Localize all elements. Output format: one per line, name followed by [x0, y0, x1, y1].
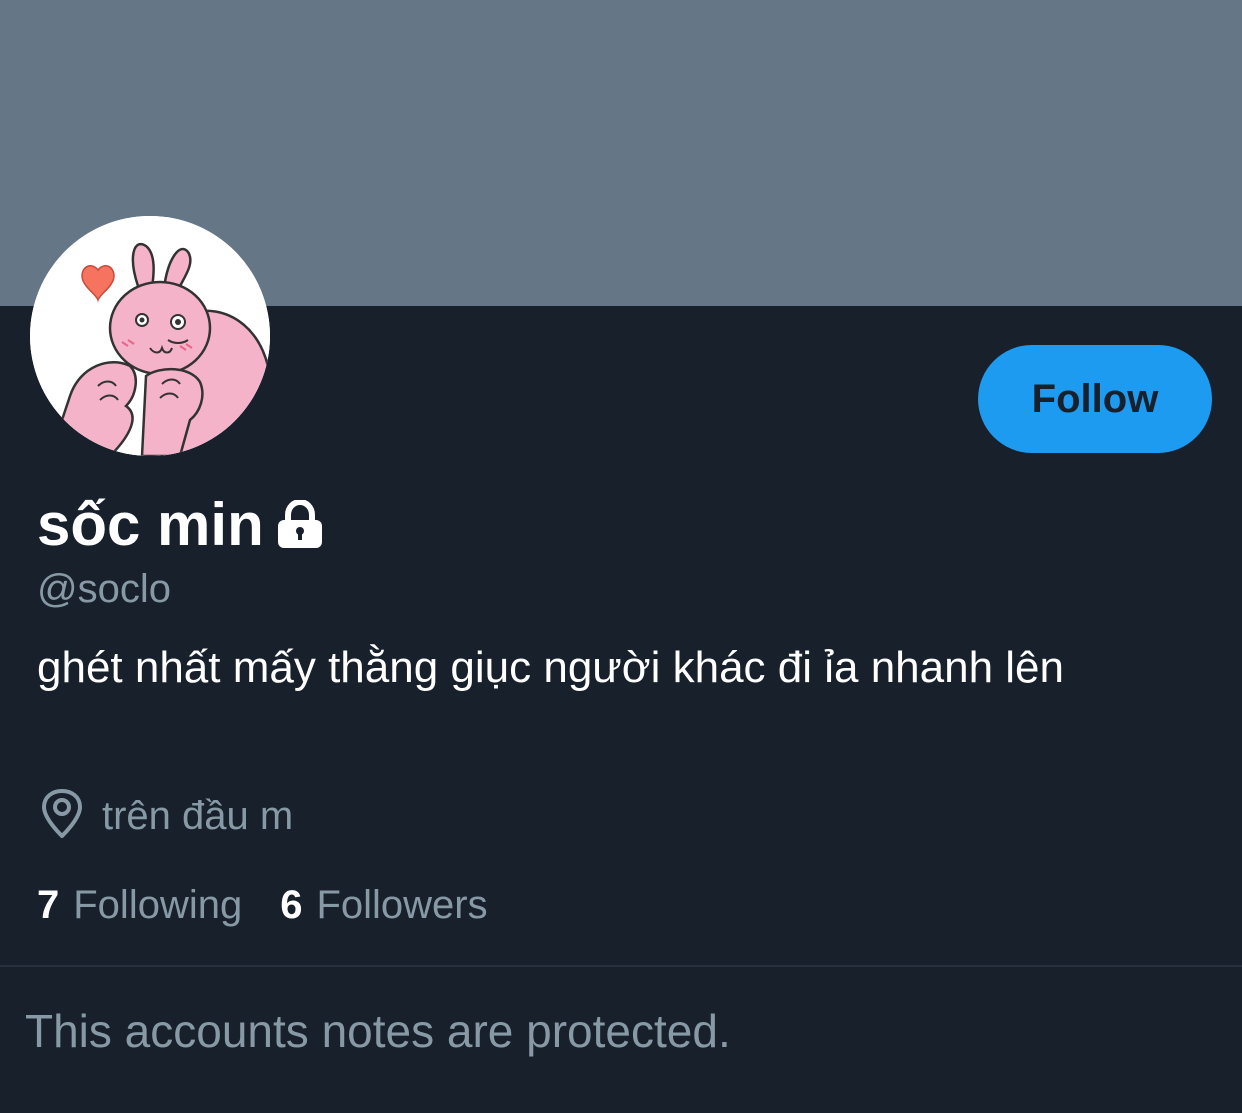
location-row: trên đầu m	[40, 788, 294, 844]
location-pin-icon	[40, 788, 84, 844]
lock-icon	[276, 498, 324, 550]
name-row: sốc min	[37, 490, 324, 560]
avatar[interactable]	[30, 216, 270, 456]
following-link[interactable]: 7 Following	[37, 880, 242, 930]
location-text: trên đầu m	[102, 794, 294, 838]
profile-bio: ghét nhất mấy thằng giục người khác đi ỉ…	[37, 643, 1064, 692]
user-handle: @soclo	[37, 567, 171, 611]
section-divider	[0, 965, 1242, 967]
following-label: Following	[73, 883, 243, 927]
followers-count: 6	[280, 883, 303, 927]
protected-notice: This accounts notes are protected.	[25, 1005, 731, 1057]
avatar-illustration	[30, 216, 270, 456]
follow-stats: 7 Following 6 Followers	[37, 880, 488, 930]
display-name: sốc min	[37, 491, 264, 558]
profile-page: Follow sốc min @soclo ghét nhất mấy thằn…	[0, 0, 1242, 1113]
following-count: 7	[37, 883, 60, 927]
follow-button[interactable]: Follow	[978, 345, 1212, 453]
followers-label: Followers	[316, 883, 488, 927]
followers-link[interactable]: 6 Followers	[280, 880, 487, 930]
